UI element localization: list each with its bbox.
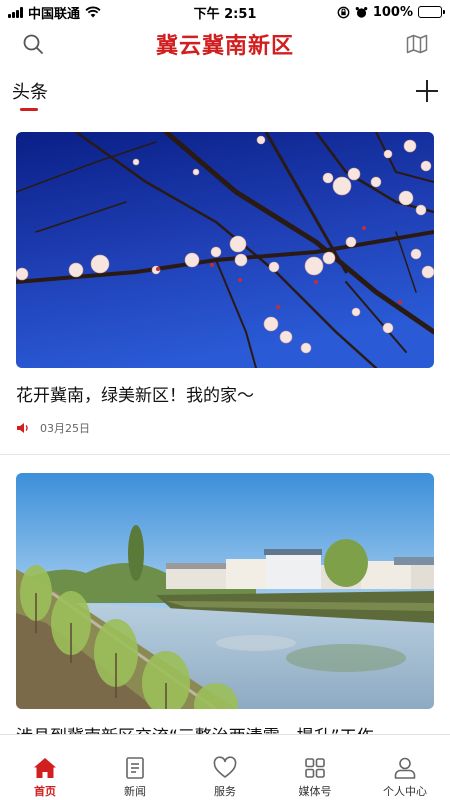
article-image-river-village[interactable] [16,473,434,709]
search-icon [23,34,43,54]
map-icon [406,34,428,54]
tab-active-indicator [20,108,38,111]
carrier-name: 中国联通 [28,6,81,22]
article-card[interactable]: 花开冀南，绿美新区！我的家～ 03月25日 [0,132,450,436]
status-time: 下午 2:51 [193,6,257,22]
channel-tab-row: 头条 [0,74,450,116]
tab-label: 服务 [214,785,236,798]
tab-media[interactable]: 媒体号 [270,735,360,800]
river-village-photo [16,473,434,709]
article-card[interactable]: 涉县到冀南新区交流“三整治两清零一提升”工作 [0,473,450,734]
tab-headlines[interactable]: 头条 [12,78,48,104]
home-icon [34,758,56,778]
tab-services[interactable]: 服务 [180,735,270,800]
news-feed: 花开冀南，绿美新区！我的家～ 03月25日 [0,132,450,734]
map-button[interactable] [403,30,431,58]
tab-home[interactable]: 首页 [0,735,90,800]
app-title: 冀云冀南新区 [155,33,294,59]
search-button[interactable] [19,30,47,58]
tab-news[interactable]: 新闻 [90,735,180,800]
speaker-icon[interactable] [16,422,30,434]
tab-label: 个人中心 [383,785,427,798]
status-right: 100% [337,4,445,20]
wifi-icon [85,6,101,18]
grid-icon [305,758,325,778]
signal-icon [8,6,23,18]
article-title[interactable]: 花开冀南，绿美新区！我的家～ [16,384,434,408]
user-icon [394,757,416,779]
article-title[interactable]: 涉县到冀南新区交流“三整治两清零一提升”工作 [16,725,434,734]
status-left: 中国联通 [8,3,101,22]
article-image-plum-blossom[interactable] [16,132,434,368]
heart-icon [213,756,237,778]
tab-profile[interactable]: 个人中心 [360,735,450,800]
app-header: 冀云冀南新区 [0,24,450,64]
battery-percent: 100% [372,4,413,20]
bottom-tab-bar: 首页 新闻 服务 媒体号 个人中心 [0,734,450,800]
article-meta: 03月25日 [16,420,434,436]
tab-label: 新闻 [124,785,146,798]
tab-label: 首页 [34,785,56,798]
battery-icon [418,6,445,18]
alarm-icon [355,6,368,18]
status-bar: 中国联通 下午 2:51 100% [0,0,450,24]
tab-label: 媒体号 [298,785,332,798]
plus-icon[interactable] [414,78,440,104]
rotation-lock-icon [337,6,350,18]
plum-blossom-photo [16,132,434,368]
divider [0,454,450,455]
article-date: 03月25日 [40,422,90,435]
news-icon [126,757,144,779]
